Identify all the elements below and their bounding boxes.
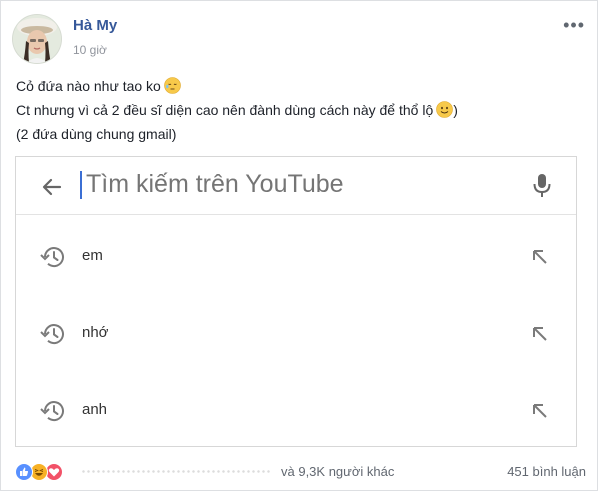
reactions-count[interactable]: và 9,3K người khác <box>281 464 394 479</box>
youtube-search-bar <box>16 157 576 215</box>
search-history-item[interactable]: anh <box>16 391 576 431</box>
history-icon <box>39 245 65 274</box>
avatar-photo <box>13 15 61 63</box>
search-history-item[interactable]: em <box>16 237 576 277</box>
youtube-search-screenshot: em nhớ anh <box>15 156 577 447</box>
back-arrow-icon[interactable] <box>40 175 64 204</box>
author-avatar[interactable] <box>13 15 61 63</box>
history-item-text: anh <box>82 401 108 418</box>
arrow-up-left-icon[interactable] <box>530 401 550 426</box>
reactor-names-blurred <box>81 470 271 473</box>
history-icon <box>39 322 65 351</box>
more-options-icon[interactable]: ••• <box>563 15 585 36</box>
history-item-text: nhớ <box>82 324 109 341</box>
post-line-1: Cỏ đứa nào như tao ko <box>16 74 586 98</box>
microphone-icon[interactable] <box>532 172 552 205</box>
facebook-post-card: Hà My 10 giờ ••• Cỏ đứa nào như tao ko C… <box>0 0 598 491</box>
text-caret <box>80 171 82 199</box>
post-line-2: Ct nhưng vì cả 2 đều sĩ diện cao nên đàn… <box>16 101 458 118</box>
author-name[interactable]: Hà My <box>73 17 117 34</box>
post-timestamp[interactable]: 10 giờ <box>73 43 107 57</box>
smiling-face-emoji <box>436 101 454 118</box>
history-item-text: em <box>82 247 103 264</box>
like-icon <box>15 463 33 481</box>
youtube-search-input[interactable] <box>86 170 506 199</box>
post-line-3: (2 đứa dùng chung gmail) <box>16 126 177 142</box>
history-icon <box>39 399 65 428</box>
comments-count[interactable]: 451 bình luận <box>507 464 586 479</box>
search-history-item[interactable]: nhớ <box>16 314 576 354</box>
sleepy-face-emoji <box>164 77 181 94</box>
arrow-up-left-icon[interactable] <box>530 324 550 349</box>
post-body: Cỏ đứa nào như tao ko Ct nhưng vì cả 2 đ… <box>16 74 586 146</box>
arrow-up-left-icon[interactable] <box>530 247 550 272</box>
